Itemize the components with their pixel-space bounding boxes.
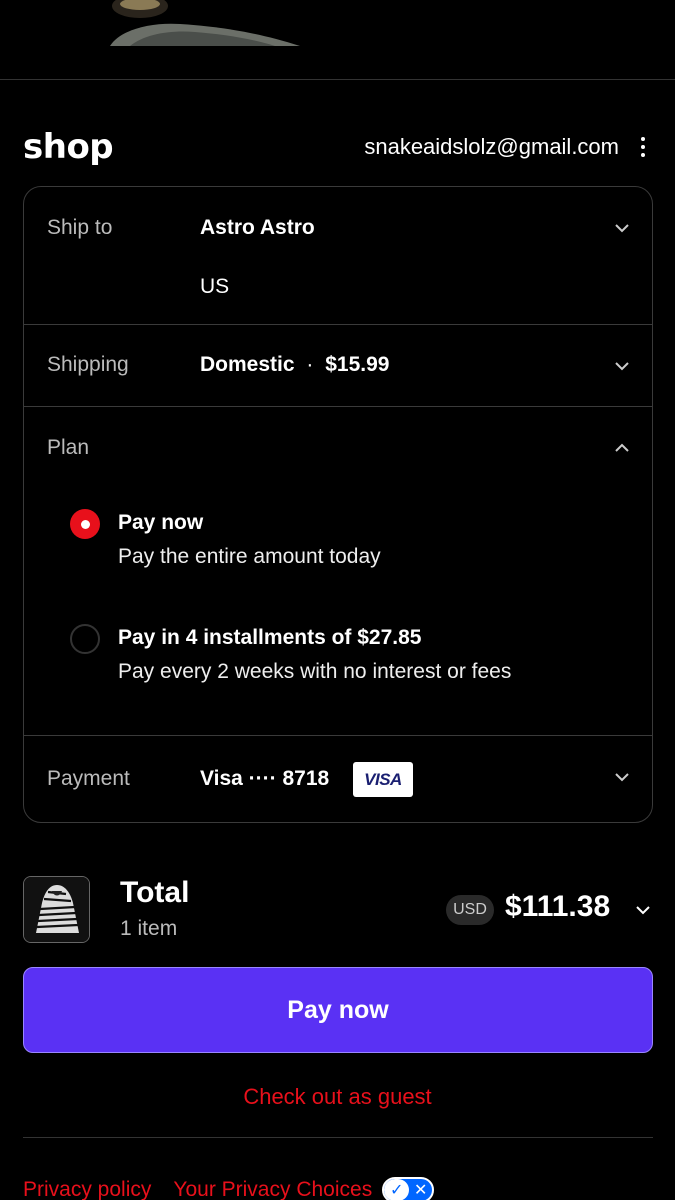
order-summary[interactable]: Total 1 item USD $111.38: [23, 876, 653, 944]
checkout-details-card: Ship to Astro Astro US Shipping Domestic…: [23, 186, 653, 823]
total-label: Total: [120, 876, 190, 909]
top-divider: [0, 79, 675, 80]
item-count: 1 item: [120, 917, 178, 940]
ship-to-label: Ship to: [47, 216, 113, 239]
shipping-label: Shipping: [47, 353, 129, 376]
plan-label: Plan: [47, 436, 90, 459]
ship-to-name: Astro Astro: [200, 216, 315, 239]
shop-logo: shop: [23, 127, 114, 167]
shipping-separator: ·: [306, 353, 314, 376]
plan-section: Plan Pay now Pay the entire amount today…: [24, 407, 652, 735]
shipping-row[interactable]: Shipping Domestic · $15.99: [24, 325, 652, 406]
account-email: snakeaidslolz@gmail.com: [364, 134, 619, 159]
ship-to-row[interactable]: Ship to Astro Astro US: [24, 187, 652, 324]
chevron-up-icon[interactable]: [614, 440, 630, 456]
privacy-choices-icon[interactable]: ✓ ✕: [382, 1177, 435, 1200]
plan-option-title: Pay in 4 installments of $27.85: [118, 626, 422, 649]
payment-row[interactable]: Payment Visa ···· 8718 VISA: [24, 736, 652, 823]
checkout-header: shop snakeaidslolz@gmail.com: [23, 122, 653, 172]
radio-selected[interactable]: [70, 509, 100, 539]
payment-card: Visa ···· 8718: [200, 767, 330, 790]
guest-checkout-link[interactable]: Check out as guest: [0, 1084, 675, 1110]
chevron-down-icon[interactable]: [614, 220, 630, 236]
total-amount: $111.38: [505, 890, 611, 923]
chevron-down-icon[interactable]: [614, 769, 630, 785]
visa-icon: VISA: [353, 762, 413, 797]
payment-label: Payment: [47, 767, 130, 790]
product-thumbnail: [23, 876, 90, 943]
footer-links: Privacy policy Your Privacy Choices ✓ ✕: [23, 1177, 435, 1200]
more-options-icon[interactable]: [633, 135, 653, 159]
shipping-method-name: Domestic: [200, 353, 295, 376]
pay-now-button[interactable]: Pay now: [23, 967, 653, 1053]
plan-option-title: Pay now: [118, 511, 204, 534]
divider: [23, 1137, 653, 1138]
plan-option-subtitle: Pay the entire amount today: [118, 545, 381, 568]
radio-unselected[interactable]: [70, 624, 100, 654]
shipping-method: Domestic · $15.99: [200, 353, 389, 377]
ship-to-country: US: [200, 275, 230, 298]
chevron-down-icon[interactable]: [635, 902, 651, 918]
shipping-price: $15.99: [325, 353, 390, 376]
product-hero-image: [100, 0, 310, 46]
currency-badge: USD: [446, 895, 494, 925]
privacy-choices-link[interactable]: Your Privacy Choices: [173, 1178, 372, 1200]
privacy-policy-link[interactable]: Privacy policy: [23, 1178, 151, 1200]
plan-option-subtitle: Pay every 2 weeks with no interest or fe…: [118, 660, 512, 683]
chevron-down-icon[interactable]: [614, 358, 630, 374]
